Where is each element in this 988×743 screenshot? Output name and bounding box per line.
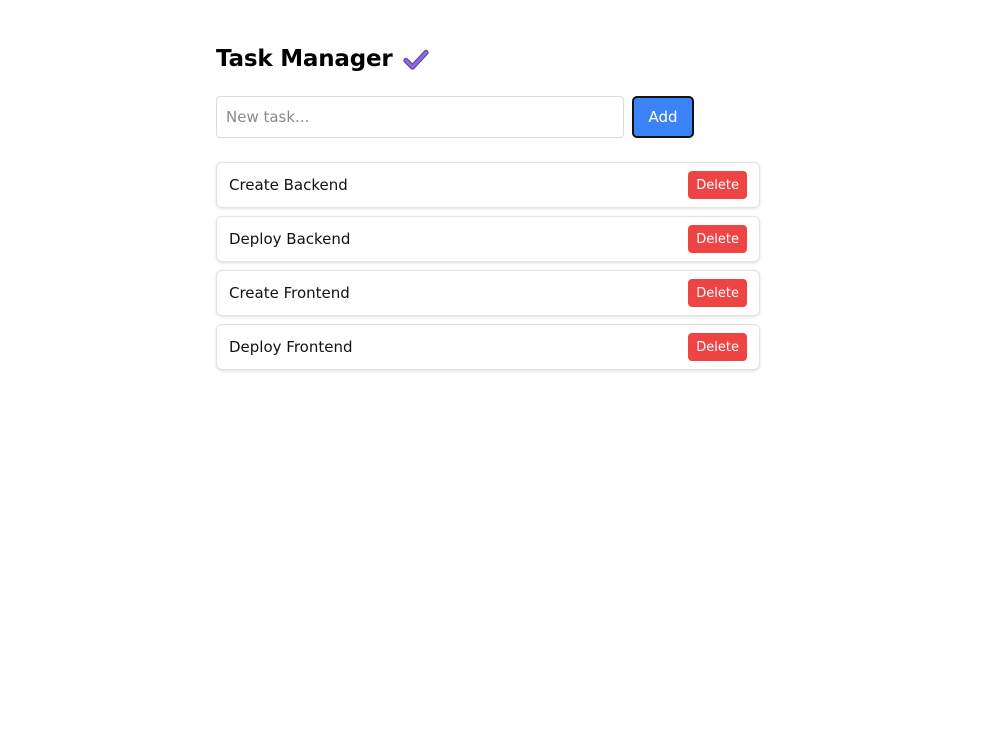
delete-button[interactable]: Delete xyxy=(688,225,747,253)
add-task-form: Add xyxy=(216,96,760,138)
task-text: Deploy Backend xyxy=(229,230,351,248)
delete-button[interactable]: Delete xyxy=(688,171,747,199)
delete-button[interactable]: Delete xyxy=(688,279,747,307)
task-item: Create Frontend Delete xyxy=(216,270,760,316)
delete-button[interactable]: Delete xyxy=(688,333,747,361)
check-icon xyxy=(402,47,429,73)
task-text: Create Frontend xyxy=(229,284,350,302)
new-task-input[interactable] xyxy=(216,96,624,138)
task-item: Deploy Frontend Delete xyxy=(216,324,760,370)
task-item: Deploy Backend Delete xyxy=(216,216,760,262)
task-manager-app: Task Manager Add Create Backend Delete D… xyxy=(216,42,760,378)
task-list: Create Backend Delete Deploy Backend Del… xyxy=(216,162,760,370)
task-text: Deploy Frontend xyxy=(229,338,353,356)
task-item: Create Backend Delete xyxy=(216,162,760,208)
page-title: Task Manager xyxy=(216,46,393,72)
header: Task Manager xyxy=(216,42,760,76)
add-button[interactable]: Add xyxy=(632,96,694,138)
task-text: Create Backend xyxy=(229,176,348,194)
